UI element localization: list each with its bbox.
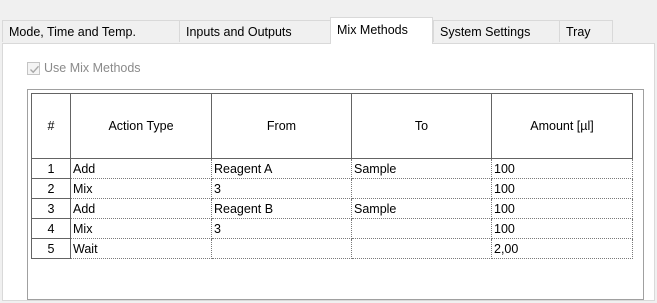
cell-action-type[interactable]: Add — [70, 198, 212, 219]
table-row[interactable]: 5 Wait 2,00 — [31, 238, 633, 259]
header-amount: Amount [µl] — [491, 93, 633, 159]
cell-from[interactable]: Reagent B — [211, 198, 352, 219]
cell-amount[interactable]: 100 — [491, 178, 633, 199]
use-mix-methods-checkbox[interactable] — [27, 61, 40, 75]
cell-to[interactable]: Sample — [351, 158, 492, 179]
header-from: From — [211, 93, 352, 159]
cell-action-type[interactable]: Wait — [70, 238, 212, 259]
row-number: 3 — [31, 198, 71, 219]
cell-amount[interactable]: 100 — [491, 218, 633, 239]
row-number: 4 — [31, 218, 71, 239]
table-row[interactable]: 2 Mix 3 100 — [31, 178, 633, 199]
use-mix-methods-label: Use Mix Methods — [44, 61, 141, 75]
header-to: To — [351, 93, 492, 159]
mix-methods-dialog: Mode, Time and Temp. Inputs and Outputs … — [0, 0, 657, 303]
mix-methods-table: # Action Type From To Amount [µl] 1 Add … — [31, 93, 633, 259]
cell-amount[interactable]: 100 — [491, 198, 633, 219]
tab-mode-time-temp[interactable]: Mode, Time and Temp. — [2, 20, 180, 42]
cell-to[interactable] — [351, 218, 492, 239]
tab-strip: Mode, Time and Temp. Inputs and Outputs … — [0, 0, 657, 44]
use-mix-methods-row: Use Mix Methods — [27, 59, 141, 77]
table-row[interactable]: 3 Add Reagent B Sample 100 — [31, 198, 633, 219]
cell-action-type[interactable]: Mix — [70, 218, 212, 239]
mix-methods-grid: # Action Type From To Amount [µl] 1 Add … — [27, 89, 644, 300]
mix-methods-panel: Use Mix Methods # Action Type From To Am… — [2, 43, 655, 301]
cell-from[interactable] — [211, 238, 352, 259]
cell-action-type[interactable]: Mix — [70, 178, 212, 199]
table-header-row: # Action Type From To Amount [µl] — [31, 93, 633, 159]
cell-from[interactable]: Reagent A — [211, 158, 352, 179]
tab-tray[interactable]: Tray — [559, 20, 613, 42]
cell-from[interactable]: 3 — [211, 218, 352, 239]
cell-to[interactable]: Sample — [351, 198, 492, 219]
header-action-type: Action Type — [70, 93, 212, 159]
table-row[interactable]: 1 Add Reagent A Sample 100 — [31, 158, 633, 179]
checkmark-icon — [30, 65, 40, 73]
cell-amount[interactable]: 2,00 — [491, 238, 633, 259]
cell-to[interactable] — [351, 238, 492, 259]
tab-system-settings[interactable]: System Settings — [433, 20, 560, 42]
header-number: # — [31, 93, 71, 159]
cell-to[interactable] — [351, 178, 492, 199]
table-row[interactable]: 4 Mix 3 100 — [31, 218, 633, 239]
row-number: 1 — [31, 158, 71, 179]
row-number: 2 — [31, 178, 71, 199]
tab-mix-methods[interactable]: Mix Methods — [330, 17, 433, 44]
cell-action-type[interactable]: Add — [70, 158, 212, 179]
cell-amount[interactable]: 100 — [491, 158, 633, 179]
cell-from[interactable]: 3 — [211, 178, 352, 199]
row-number: 5 — [31, 238, 71, 259]
tab-inputs-outputs[interactable]: Inputs and Outputs — [179, 20, 331, 42]
